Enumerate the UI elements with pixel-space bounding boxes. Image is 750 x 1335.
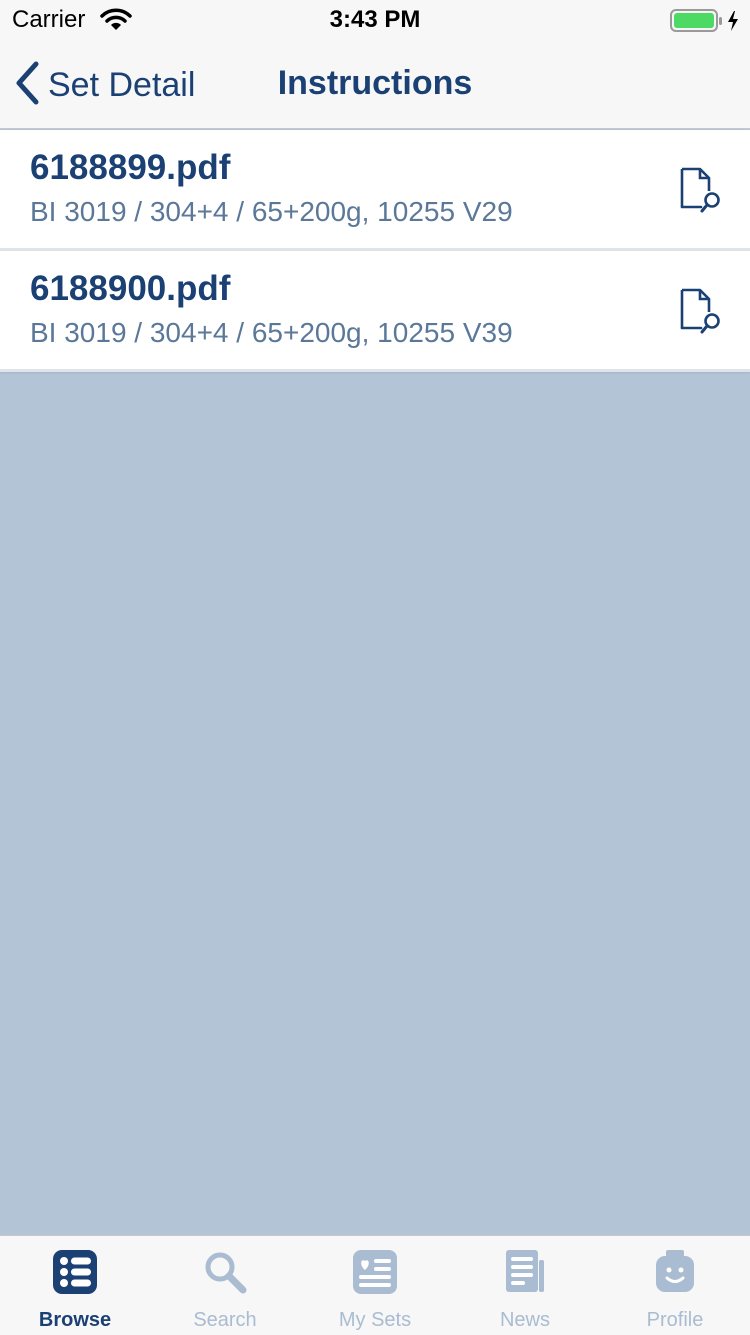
tab-label: News	[499, 1309, 550, 1331]
instruction-details: BI 3019 / 304+4 / 65+200g, 10255 V39	[30, 317, 513, 348]
browse-list-icon	[53, 1250, 97, 1294]
tab-label: Profile	[646, 1309, 704, 1331]
instructions-list: 6188899.pdf BI 3019 / 304+4 / 65+200g, 1…	[0, 130, 750, 372]
tab-label: Search	[193, 1309, 257, 1331]
tab-browse[interactable]: Browse	[0, 1236, 150, 1335]
instruction-filename: 6188899.pdf	[30, 148, 231, 187]
profile-minifig-icon	[653, 1250, 697, 1294]
list-item[interactable]: 6188899.pdf BI 3019 / 304+4 / 65+200g, 1…	[0, 130, 750, 251]
list-item[interactable]: 6188900.pdf BI 3019 / 304+4 / 65+200g, 1…	[0, 251, 750, 372]
search-icon	[203, 1250, 247, 1294]
my-sets-icon	[353, 1250, 397, 1294]
tab-search[interactable]: Search	[150, 1236, 300, 1335]
tab-label: My Sets	[338, 1309, 412, 1331]
instruction-details: BI 3019 / 304+4 / 65+200g, 10255 V29	[30, 196, 513, 227]
battery-icon	[670, 8, 742, 39]
page-title: Instructions	[277, 64, 473, 102]
news-icon	[503, 1250, 547, 1294]
instruction-filename: 6188900.pdf	[30, 269, 231, 308]
status-time: 3:43 PM	[329, 6, 421, 33]
navigation-bar: Set Detail Instructions	[0, 40, 750, 129]
tab-bar: Browse Search My Sets News Profile	[0, 1235, 750, 1335]
document-search-icon[interactable]	[676, 166, 724, 219]
tab-news[interactable]: News	[450, 1236, 600, 1335]
document-search-icon[interactable]	[676, 287, 724, 340]
status-bar: Carrier 3:43 PM	[0, 0, 750, 40]
tab-profile[interactable]: Profile	[600, 1236, 750, 1335]
tab-my-sets[interactable]: My Sets	[300, 1236, 450, 1335]
tab-label: Browse	[38, 1309, 112, 1331]
